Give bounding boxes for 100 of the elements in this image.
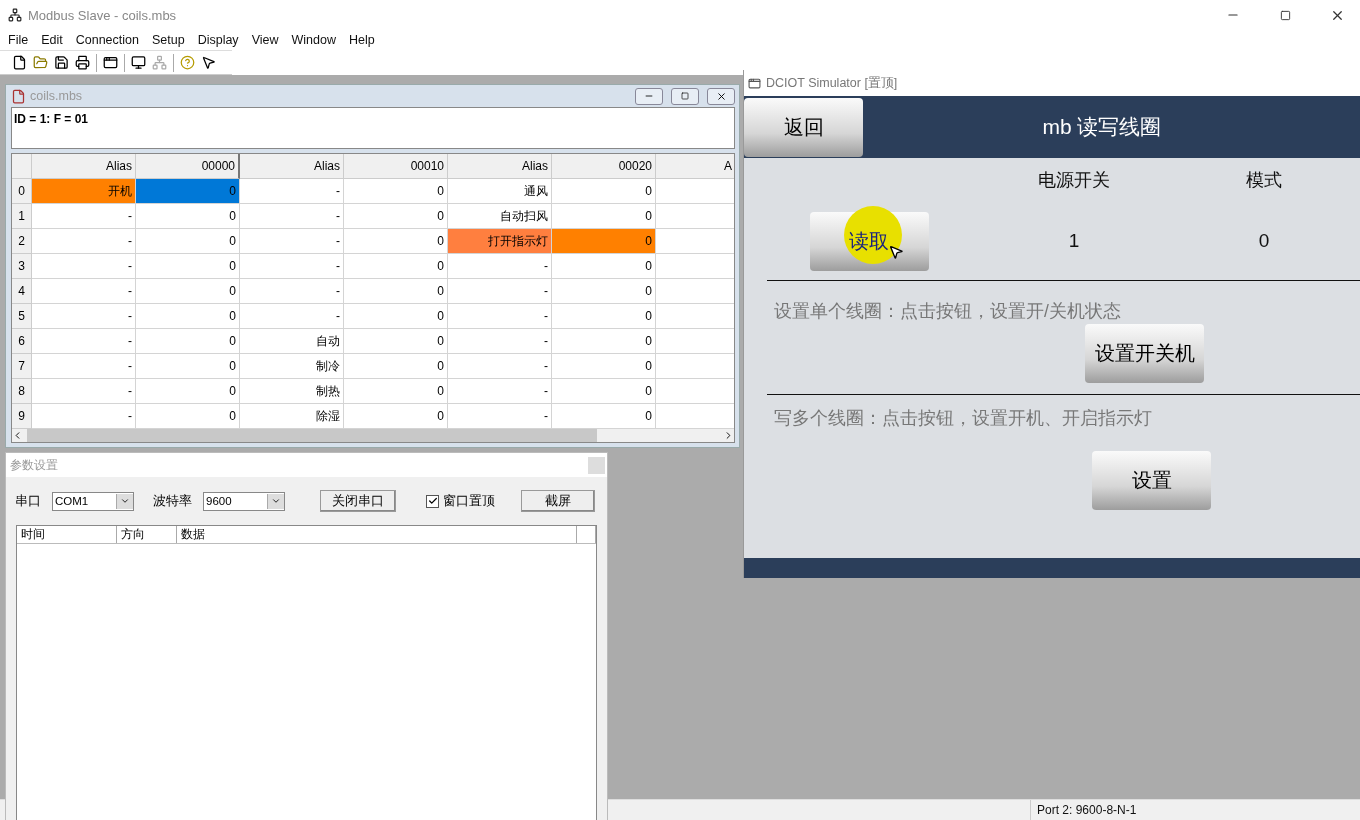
table-cell[interactable]: 0 bbox=[344, 279, 448, 304]
table-cell[interactable]: 0 bbox=[344, 304, 448, 329]
pointer-help-icon[interactable] bbox=[201, 55, 216, 70]
table-cell[interactable]: - bbox=[240, 204, 344, 229]
table-cell[interactable]: 0 bbox=[552, 254, 656, 279]
table-cell[interactable]: - bbox=[448, 354, 552, 379]
topmost-label: 窗口置顶 bbox=[443, 492, 495, 510]
menu-item[interactable]: Connection bbox=[70, 33, 147, 47]
table-cell[interactable]: - bbox=[32, 304, 136, 329]
table-cell[interactable]: - bbox=[32, 279, 136, 304]
table-cell[interactable]: 0 bbox=[136, 304, 240, 329]
status-text: Port 2: 9600-8-N-1 bbox=[1030, 800, 1337, 820]
table-cell[interactable]: - bbox=[32, 254, 136, 279]
column-header: Alias bbox=[448, 154, 552, 179]
table-cell[interactable]: 0 bbox=[136, 229, 240, 254]
panel-title: 参数设置 bbox=[10, 456, 58, 474]
port-dropdown[interactable]: COM1 bbox=[52, 491, 134, 511]
table-cell[interactable]: - bbox=[448, 329, 552, 354]
column-header: 00020 bbox=[552, 154, 656, 179]
table-cell[interactable]: - bbox=[32, 329, 136, 354]
window-icon[interactable] bbox=[103, 55, 118, 70]
table-cell[interactable]: - bbox=[32, 204, 136, 229]
minimize-button[interactable] bbox=[635, 87, 663, 105]
set-power-button[interactable]: 设置开关机 bbox=[1085, 323, 1204, 383]
table-cell[interactable]: 0 bbox=[136, 179, 240, 204]
table-cell[interactable]: 0 bbox=[552, 379, 656, 404]
topmost-checkbox[interactable] bbox=[426, 494, 439, 508]
table-cell[interactable]: 开机 bbox=[32, 179, 136, 204]
menu-item[interactable]: Window bbox=[286, 33, 344, 47]
table-cell[interactable]: 0 bbox=[552, 329, 656, 354]
table-cell[interactable]: 制热 bbox=[240, 379, 344, 404]
baud-dropdown[interactable]: 9600 bbox=[203, 491, 285, 511]
table-cell[interactable]: 通风 bbox=[448, 179, 552, 204]
table-cell[interactable]: - bbox=[240, 254, 344, 279]
table-cell[interactable]: 0 bbox=[136, 204, 240, 229]
table-cell[interactable]: 0 bbox=[552, 354, 656, 379]
app-icon bbox=[748, 76, 761, 90]
table-cell[interactable]: - bbox=[448, 254, 552, 279]
table-cell[interactable]: 自动 bbox=[240, 329, 344, 354]
table-cell[interactable]: - bbox=[240, 229, 344, 254]
row-header: 4 bbox=[12, 279, 32, 304]
help-icon[interactable] bbox=[180, 55, 195, 70]
column-header: 00000 bbox=[136, 154, 240, 179]
table-cell[interactable]: - bbox=[32, 229, 136, 254]
back-button[interactable]: 返回 bbox=[744, 97, 863, 157]
table-cell[interactable]: - bbox=[240, 179, 344, 204]
scroll-thumb[interactable] bbox=[27, 429, 597, 442]
table-cell[interactable]: 0 bbox=[552, 279, 656, 304]
new-file-icon[interactable] bbox=[12, 55, 27, 70]
column-header: 电源开关 bbox=[1038, 169, 1110, 192]
menu-item[interactable]: Display bbox=[192, 33, 247, 47]
menu-item[interactable]: File bbox=[3, 33, 37, 47]
table-cell[interactable]: 0 bbox=[136, 354, 240, 379]
close-port-button[interactable]: 关闭串口 bbox=[320, 490, 396, 512]
instruction-text: 写多个线圈：点击按钮，设置开机、开启指示灯 bbox=[773, 406, 1152, 430]
row-header: 0 bbox=[12, 179, 32, 204]
table-cell[interactable]: - bbox=[448, 279, 552, 304]
header-corner[interactable] bbox=[12, 154, 32, 179]
instruction-text: 设置单个线圈：点击按钮，设置开/关机状态 bbox=[773, 300, 1121, 323]
row-header: 1 bbox=[12, 204, 32, 229]
horizontal-scrollbar[interactable] bbox=[12, 429, 734, 442]
print-icon[interactable] bbox=[75, 55, 90, 70]
table-cell[interactable]: 0 bbox=[136, 379, 240, 404]
menu-item[interactable]: View bbox=[246, 33, 287, 47]
restore-button[interactable] bbox=[671, 87, 699, 105]
app-icon bbox=[8, 8, 22, 22]
menu-item[interactable]: Setup bbox=[146, 33, 193, 47]
save-icon[interactable] bbox=[54, 55, 69, 70]
table-cell[interactable]: 0 bbox=[344, 179, 448, 204]
table-cell[interactable]: 0 bbox=[136, 254, 240, 279]
menu-item[interactable]: Help bbox=[343, 33, 383, 47]
monitor-icon[interactable] bbox=[131, 55, 146, 70]
table-cell[interactable]: 0 bbox=[344, 204, 448, 229]
table-cell[interactable]: 0 bbox=[344, 354, 448, 379]
table-cell[interactable]: - bbox=[240, 304, 344, 329]
table-cell[interactable]: 0 bbox=[344, 329, 448, 354]
menu-item[interactable]: Edit bbox=[36, 33, 71, 47]
table-cell[interactable]: - bbox=[448, 304, 552, 329]
column-header: A bbox=[656, 154, 734, 179]
page-heading: mb 读写线圈 bbox=[1042, 114, 1162, 140]
table-cell[interactable]: - bbox=[240, 279, 344, 304]
set-button[interactable]: 设置 bbox=[1092, 450, 1211, 510]
table-cell[interactable]: 0 bbox=[344, 254, 448, 279]
screenshot-button[interactable]: 截屏 bbox=[521, 490, 595, 512]
folder-icon[interactable] bbox=[33, 55, 48, 70]
table-cell[interactable]: 0 bbox=[552, 229, 656, 254]
table-cell[interactable]: 0 bbox=[552, 304, 656, 329]
table-cell[interactable]: - bbox=[32, 379, 136, 404]
table-cell[interactable]: 0 bbox=[136, 279, 240, 304]
row-header: 2 bbox=[12, 229, 32, 254]
table-cell[interactable]: 0 bbox=[552, 179, 656, 204]
row-header: 7 bbox=[12, 354, 32, 379]
value-text: 1 bbox=[1068, 230, 1080, 252]
table-cell[interactable]: 0 bbox=[136, 329, 240, 354]
table-cell[interactable]: - bbox=[448, 379, 552, 404]
table-cell[interactable]: 0 bbox=[344, 379, 448, 404]
table-cell[interactable]: 制冷 bbox=[240, 354, 344, 379]
table-cell[interactable]: - bbox=[32, 354, 136, 379]
close-button[interactable] bbox=[707, 87, 735, 105]
table-cell[interactable]: 打开指示灯 bbox=[448, 229, 552, 254]
